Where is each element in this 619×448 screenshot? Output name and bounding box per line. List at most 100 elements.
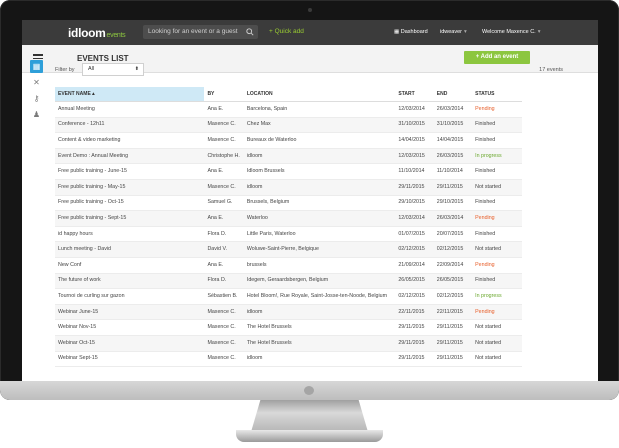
event-name-cell[interactable]: Webinar Nov-15 (55, 319, 205, 336)
start-cell: 14/04/2015 (395, 132, 434, 149)
end-cell: 14/04/2015 (433, 132, 473, 149)
table-row[interactable]: Annual Meeting Ana E. Barcelona, Spain 12/0… (55, 101, 522, 118)
table-row[interactable]: Lunch meeting - David David V. Woluwe-Sain… (55, 241, 522, 258)
event-name-cell[interactable]: Webinar Oct-15 (55, 335, 205, 352)
key-icon[interactable]: ⚷ (30, 92, 43, 105)
camera (308, 8, 312, 12)
account-label: idweaver (440, 29, 463, 35)
start-cell: 29/10/2015 (395, 195, 434, 212)
table-row[interactable]: Webinar June-15 Maxence C. idloom 22/11/201… (55, 304, 522, 321)
by-cell: Ana E. (204, 101, 244, 118)
status-cell: In progress (472, 148, 522, 165)
table-row[interactable]: Free public training - May-15 Maxence C. i… (55, 179, 522, 196)
event-name-cell[interactable]: New Conf (55, 257, 205, 274)
location-cell: idloom (243, 351, 396, 368)
start-cell: 12/03/2015 (395, 148, 434, 165)
table-row[interactable]: The future of work Flora D. Idegem, Geraar… (55, 273, 522, 290)
table-row[interactable]: Webinar Nov-15 Maxence C. The Hotel Brusse… (55, 319, 522, 336)
logo-main: idloom (68, 26, 106, 40)
status-cell: Finished (472, 117, 522, 134)
dashboard-label: Dashboard (400, 29, 428, 35)
by-cell: Flora D. (204, 226, 244, 243)
status-cell: Not started (472, 179, 522, 196)
status-cell: In progress (472, 288, 522, 305)
calendar-icon[interactable]: ▦ (30, 60, 43, 73)
column-header-status[interactable]: STATUS (472, 87, 522, 102)
start-cell: 21/09/2014 (395, 257, 434, 274)
status-cell: Finished (472, 132, 522, 149)
table-row[interactable]: Free public training - June-15 Ana E. Idlo… (55, 163, 522, 180)
table-row[interactable]: Webinar Sept-15 Maxence C. idloom 29/11/201… (55, 351, 522, 368)
start-cell: 12/03/2014 (395, 101, 434, 118)
start-cell: 01/07/2015 (395, 226, 434, 243)
chevron-down-icon: ⬍ (134, 66, 139, 72)
dashboard-link[interactable]: ▦ Dashboard (394, 29, 428, 35)
event-name-cell[interactable]: Free public training - Oct-15 (55, 195, 205, 212)
column-header-start[interactable]: START (395, 87, 434, 102)
event-name-cell[interactable]: Lunch meeting - David (55, 241, 205, 258)
side-nav: ▦ ✕ ⚷ ♟ (28, 60, 48, 124)
event-name-cell[interactable]: Webinar Sept-15 (55, 351, 205, 368)
location-cell: Waterloo (243, 210, 396, 227)
table-row[interactable]: id happy hours Flora D. Little Paris, Wate… (55, 226, 522, 243)
by-cell: Ana E. (204, 163, 244, 180)
event-name-cell[interactable]: Free public training - Sept-15 (55, 210, 205, 227)
status-cell: Not started (472, 319, 522, 336)
chevron-down-icon: ▾ (464, 29, 467, 35)
status-cell: Finished (472, 195, 522, 212)
by-cell: Maxence C. (204, 117, 244, 134)
end-cell: 29/11/2015 (433, 335, 473, 352)
event-name-cell[interactable]: id happy hours (55, 226, 205, 243)
logo-sub: events (106, 32, 126, 39)
event-name-cell[interactable]: Conference - 12h11 (55, 117, 205, 134)
top-bar: idloomevents Looking for an event or a g… (22, 20, 598, 45)
logo[interactable]: idloomevents (68, 26, 126, 40)
end-cell: 29/11/2015 (433, 179, 473, 196)
event-name-cell[interactable]: Free public training - May-15 (55, 179, 205, 196)
table-row[interactable]: Free public training - Sept-15 Ana E. Wate… (55, 210, 522, 227)
status-cell: Pending (472, 304, 522, 321)
start-cell: 31/10/2015 (395, 117, 434, 134)
user-menu[interactable]: Welcome Maxence C. ▾ (482, 29, 540, 35)
table-row[interactable]: Conference - 12h11 Maxence C. Chez Max 31/1… (55, 117, 522, 134)
table-row[interactable]: Tournoi de curling sur gazon Sébastien B.… (55, 288, 522, 305)
location-cell: brussels (243, 257, 396, 274)
quick-add-link[interactable]: + Quick add (269, 28, 304, 35)
event-name-cell[interactable]: Webinar June-15 (55, 304, 205, 321)
table-row[interactable]: New Conf Ana E. brussels 21/09/2014 22/09/20… (55, 257, 522, 274)
search-icon[interactable] (246, 28, 254, 36)
event-name-cell[interactable]: Free public training - June-15 (55, 163, 205, 180)
location-cell: Idegem, Geraardsbergen, Belgium (243, 273, 396, 290)
tools-icon[interactable]: ✕ (30, 76, 43, 89)
end-cell: 29/11/2015 (433, 351, 473, 368)
table-row[interactable]: Webinar Oct-15 Maxence C. The Hotel Brusse… (55, 335, 522, 352)
event-name-cell[interactable]: The future of work (55, 273, 205, 290)
table-row[interactable]: Free public training - Oct-15 Samuel G. Br… (55, 195, 522, 212)
end-cell: 22/09/2014 (433, 257, 473, 274)
by-cell: David V. (204, 241, 244, 258)
event-name-cell[interactable]: Content & video marketing (55, 132, 205, 149)
event-name-cell[interactable]: Annual Meeting (55, 101, 205, 118)
column-header-location[interactable]: LOCATION (243, 87, 396, 102)
column-header-event-name[interactable]: EVENT NAME ▴ (55, 87, 205, 102)
location-cell: Barcelona, Spain (243, 101, 396, 118)
table-row[interactable]: Content & video marketing Maxence C. Burea… (55, 132, 522, 149)
column-header-end[interactable]: END (433, 87, 473, 102)
add-event-button[interactable]: + Add an event (464, 51, 530, 64)
user-icon[interactable]: ♟ (30, 108, 43, 121)
column-header-by[interactable]: BY (204, 87, 244, 102)
filter-select[interactable]: All ⬍ (82, 63, 144, 76)
by-cell: Ana E. (204, 257, 244, 274)
start-cell: 02/12/2015 (395, 288, 434, 305)
search-input[interactable]: Looking for an event or a guest (143, 25, 258, 39)
location-cell: Idloom Brussels (243, 163, 396, 180)
table-row[interactable]: Event Demo : Annual Meeting Christophe H.… (55, 148, 522, 165)
end-cell: 29/10/2015 (433, 195, 473, 212)
end-cell: 29/11/2015 (433, 319, 473, 336)
event-name-cell[interactable]: Tournoi de curling sur gazon (55, 288, 205, 305)
status-cell: Not started (472, 351, 522, 368)
start-cell: 11/10/2014 (395, 163, 434, 180)
account-menu[interactable]: idweaver ▾ (440, 29, 467, 35)
event-name-cell[interactable]: Event Demo : Annual Meeting (55, 148, 205, 165)
by-cell: Maxence C. (204, 351, 244, 368)
